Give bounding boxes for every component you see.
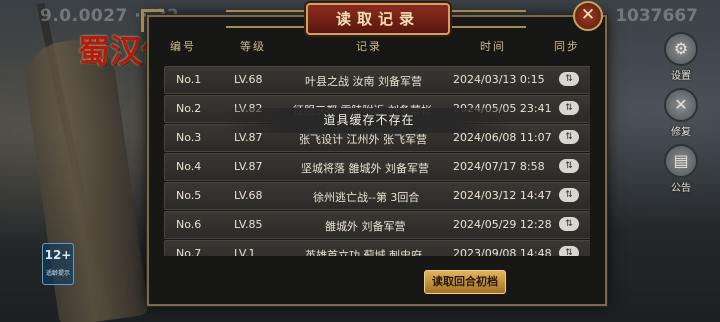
age-rating-badge: 12+ 适龄提示 bbox=[42, 243, 74, 285]
top-right-stat: 1037667 bbox=[615, 6, 698, 26]
wrench-icon: ✕ bbox=[664, 88, 698, 122]
record-level: LV.1 bbox=[234, 247, 256, 256]
gear-icon: ⚙ bbox=[664, 32, 698, 66]
title-ornament-left bbox=[226, 10, 306, 28]
record-number: No.2 bbox=[176, 102, 202, 115]
header-record: 记录 bbox=[356, 40, 382, 53]
close-button[interactable]: ✕ bbox=[573, 1, 603, 31]
record-level: LV.87 bbox=[234, 160, 263, 173]
record-number: No.1 bbox=[176, 73, 202, 86]
title-ornament-right bbox=[446, 10, 526, 28]
record-level: LV.68 bbox=[234, 189, 263, 202]
header-number: 编号 bbox=[170, 40, 196, 53]
record-title: 徐州逃亡战--第 3回合 bbox=[313, 191, 420, 204]
header-sync: 同步 bbox=[554, 40, 580, 53]
header-level: 等级 bbox=[240, 40, 266, 53]
record-level: LV.68 bbox=[234, 73, 263, 86]
record-title: 张飞设计 江州外 张飞军营 bbox=[299, 133, 427, 146]
table-header: 编号 等级 记录 时间 同步 bbox=[164, 38, 590, 54]
record-list[interactable]: No.1 LV.68 叶县之战 汝南 刘备军营 2024/03/13 0:15 … bbox=[164, 66, 590, 256]
record-time: 2023/09/08 14:48 bbox=[453, 247, 552, 256]
cloud-sync-icon[interactable]: ⇅ bbox=[559, 72, 579, 86]
record-row[interactable]: No.4 LV.87 坚城将落 雒城外 刘备军营 2024/07/17 8:58… bbox=[164, 153, 590, 181]
cloud-sync-icon[interactable]: ⇅ bbox=[559, 217, 579, 231]
notice-button[interactable]: ▤ 公告 bbox=[664, 144, 698, 194]
record-title: 坚城将落 雒城外 刘备军营 bbox=[301, 162, 429, 175]
record-title: 叶县之战 汝南 刘备军营 bbox=[305, 75, 422, 88]
cloud-sync-icon[interactable]: ⇅ bbox=[559, 130, 579, 144]
record-time: 2024/03/13 0:15 bbox=[453, 73, 545, 86]
record-row[interactable]: No.6 LV.85 雒城外 刘备军营 2024/05/29 12:28 ⇅ bbox=[164, 211, 590, 239]
load-round-start-button[interactable]: 读取回合初档 bbox=[424, 270, 506, 294]
record-number: No.4 bbox=[176, 160, 202, 173]
record-title: 雒城外 刘备军营 bbox=[325, 220, 406, 233]
settings-button[interactable]: ⚙ 设置 bbox=[664, 32, 698, 82]
cloud-sync-icon[interactable]: ⇅ bbox=[559, 246, 579, 256]
repair-button[interactable]: ✕ 修复 bbox=[664, 88, 698, 138]
cloud-sync-icon[interactable]: ⇅ bbox=[559, 159, 579, 173]
record-title: 英雄首立功 蓟城 刺史府 bbox=[305, 249, 422, 256]
record-number: No.5 bbox=[176, 189, 202, 202]
record-level: LV.85 bbox=[234, 218, 263, 231]
cloud-sync-icon[interactable]: ⇅ bbox=[559, 101, 579, 115]
notice-icon: ▤ bbox=[664, 144, 698, 178]
record-time: 2024/03/12 14:47 bbox=[453, 189, 552, 202]
toast-message: 道具缓存不存在 bbox=[220, 108, 518, 133]
warrior-artwork bbox=[20, 35, 150, 322]
close-icon: ✕ bbox=[580, 5, 596, 25]
record-row[interactable]: No.7 LV.1 英雄首立功 蓟城 刺史府 2023/09/08 14:48 … bbox=[164, 240, 590, 256]
record-time: 2024/07/17 8:58 bbox=[453, 160, 545, 173]
record-number: No.7 bbox=[176, 247, 202, 256]
panel-title: 读取记录 bbox=[306, 3, 450, 35]
record-number: No.6 bbox=[176, 218, 202, 231]
record-row[interactable]: No.5 LV.68 徐州逃亡战--第 3回合 2024/03/12 14:47… bbox=[164, 182, 590, 210]
cloud-sync-icon[interactable]: ⇅ bbox=[559, 188, 579, 202]
header-time: 时间 bbox=[480, 40, 506, 53]
record-row[interactable]: No.1 LV.68 叶县之战 汝南 刘备军营 2024/03/13 0:15 … bbox=[164, 66, 590, 94]
record-number: No.3 bbox=[176, 131, 202, 144]
record-time: 2024/05/29 12:28 bbox=[453, 218, 552, 231]
